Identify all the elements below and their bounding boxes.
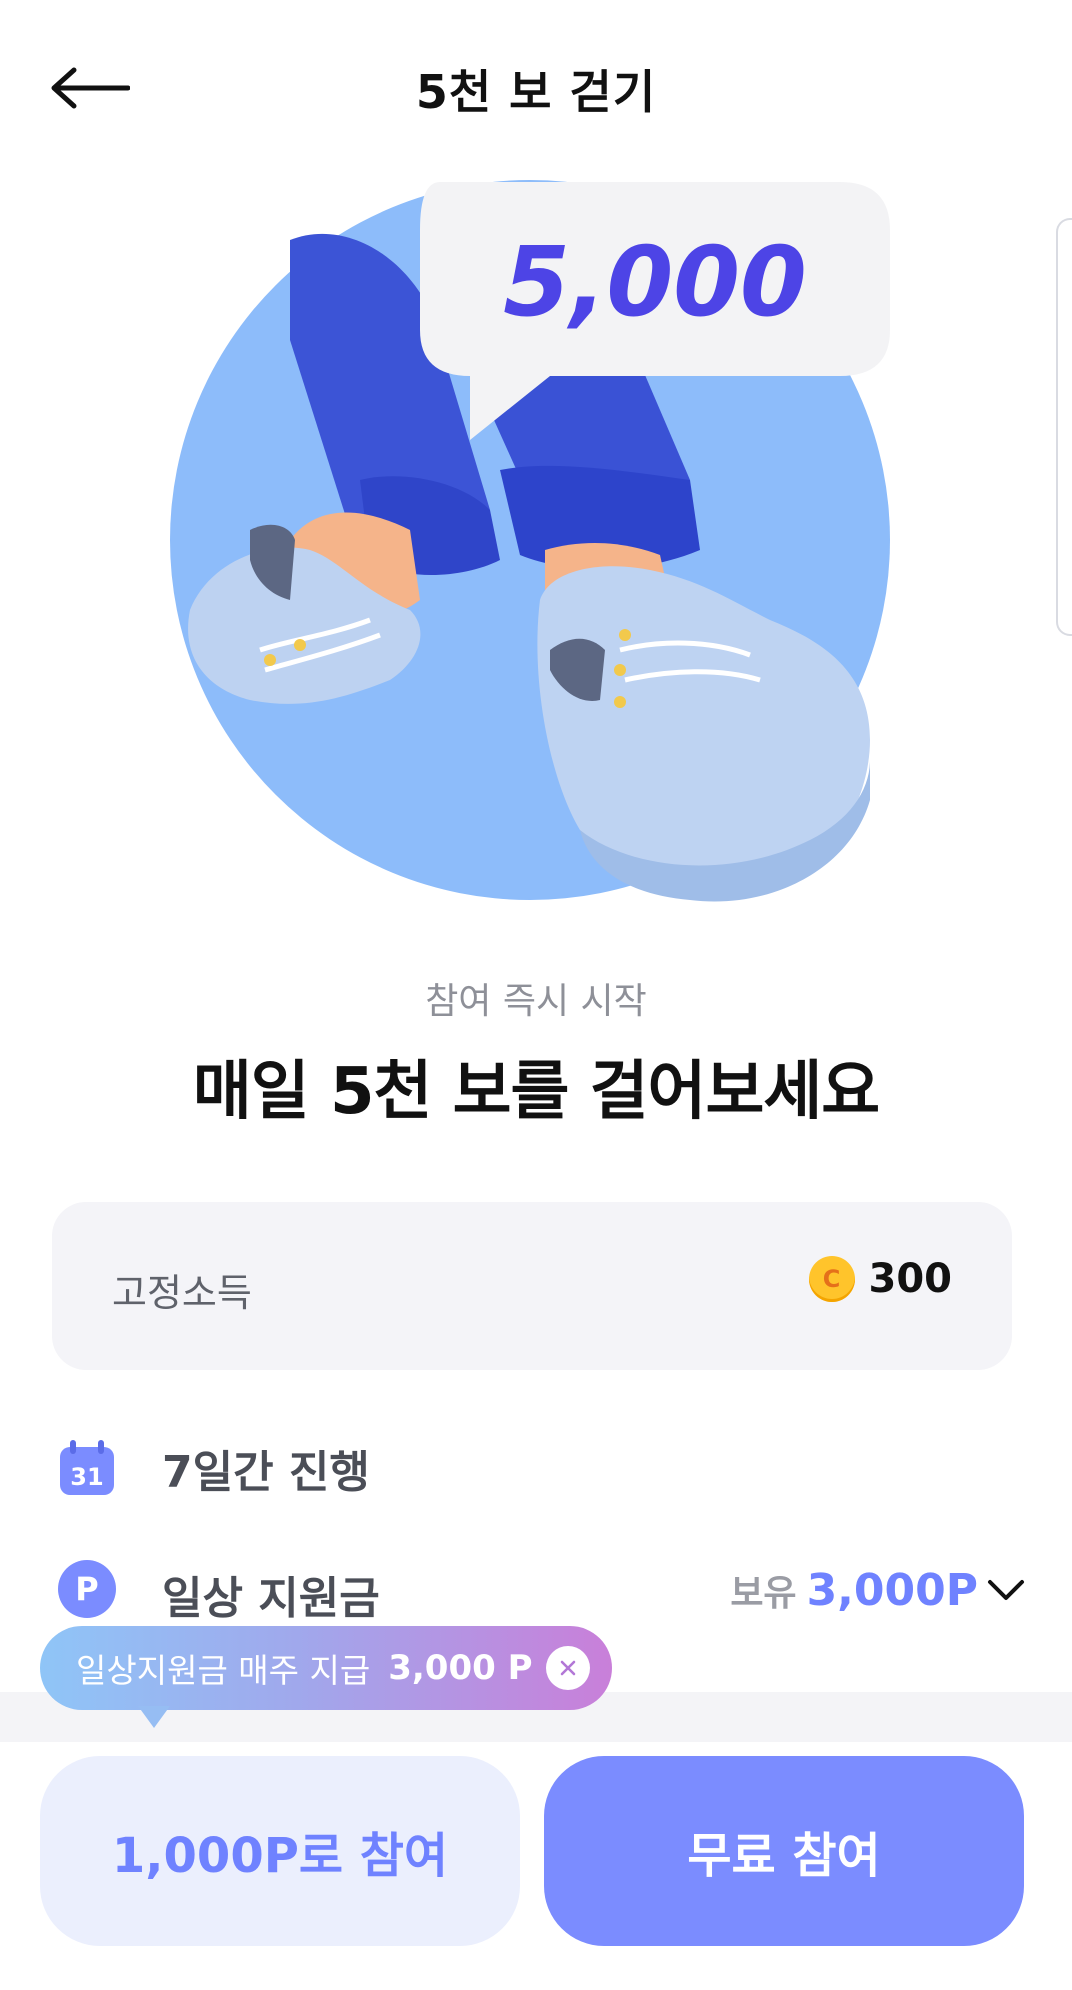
held-label: 보유 [730, 1573, 797, 1614]
tooltip-amount: 3,000 P [388, 1648, 533, 1688]
held-points: 보유 3,000P [730, 1564, 978, 1616]
support-text: 일상 지원금 [162, 1573, 380, 1624]
top-bar: 5천 보 걷기 [0, 0, 1072, 170]
calendar-day: 31 [70, 1463, 103, 1491]
duration-row: 31 7일간 진행 [58, 1436, 370, 1500]
chevron-down-icon[interactable] [984, 1572, 1028, 1608]
headline: 매일 5천 보를 걸어보세요 [192, 1055, 880, 1129]
close-icon[interactable] [558, 1658, 578, 1678]
fixed-income-value-group: C 300 [808, 1256, 953, 1302]
support-row[interactable]: P 일상 지원금 보유 3,000P [58, 1556, 1024, 1624]
walking-shoes-illustration: 5,000 [170, 180, 890, 902]
tooltip-tail [138, 1706, 170, 1728]
support-tooltip: 일상지원금 매주 지급 3,000 P [40, 1626, 612, 1710]
tooltip-close-button[interactable] [546, 1646, 590, 1690]
duration-text: 7일간 진행 [162, 1447, 370, 1498]
coin-icon: C [808, 1256, 855, 1302]
join-free-button[interactable]: 무료 참여 [544, 1756, 1024, 1946]
fixed-income-label: 고정소득 [112, 1271, 252, 1315]
point-icon: P [58, 1560, 116, 1618]
subtitle: 참여 즉시 시작 [425, 981, 647, 1022]
side-scroll-handle[interactable] [1056, 218, 1072, 636]
fixed-income-card: 고정소득 C 300 [52, 1202, 1012, 1370]
held-value: 3,000P [806, 1565, 978, 1616]
fixed-income-value: 300 [868, 1256, 953, 1302]
join-with-points-button[interactable]: 1,000P로 참여 [40, 1756, 520, 1946]
bubble-value: 5,000 [503, 226, 807, 338]
calendar-icon: 31 [60, 1440, 114, 1495]
tooltip-text: 일상지원금 매주 지급 [76, 1651, 371, 1690]
page-title: 5천 보 걷기 [415, 65, 657, 119]
